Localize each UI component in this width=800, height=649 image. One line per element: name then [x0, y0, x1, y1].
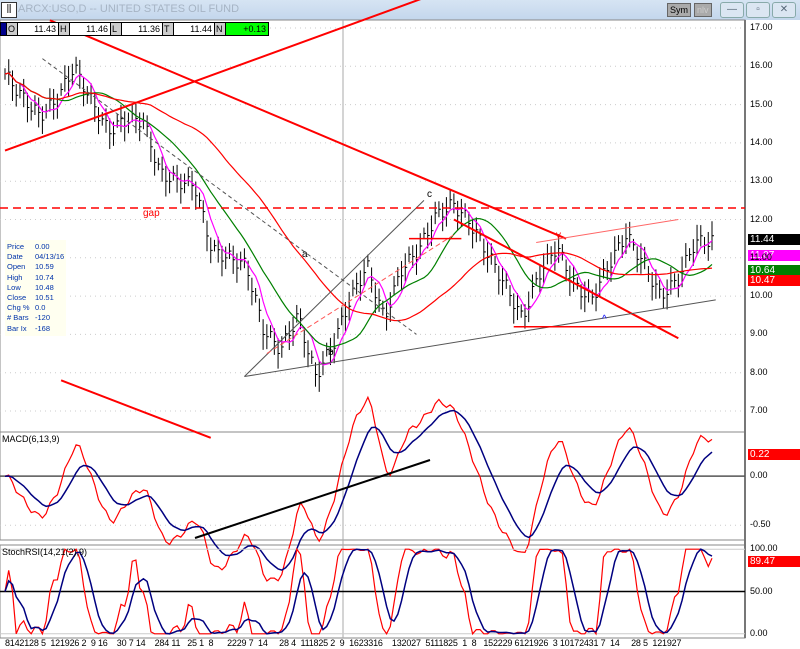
macd-tick-label: -0.50: [750, 519, 771, 530]
price-tick-label: 13.00: [750, 175, 773, 186]
info-row-low: Low 10.48: [7, 283, 64, 293]
macd-signal-line: [4, 409, 713, 571]
info-row-high: High 10.74: [7, 273, 64, 283]
info-row-close: Close 10.51: [7, 293, 64, 303]
annotation-label: a: [302, 249, 308, 260]
info-row-bar-ix: Bar Ix -168: [7, 324, 64, 334]
stochrsi-tick-label: 100.00: [750, 543, 778, 554]
net-change-value: +0.13: [226, 23, 268, 35]
net-label: N: [215, 23, 226, 35]
chart-canvas[interactable]: gap a b c v ^: [0, 0, 800, 649]
info-value: -168: [35, 323, 51, 333]
price-tag: 10.47: [748, 275, 800, 286]
info-key: Close: [7, 293, 27, 303]
ohlc-bar: O 11.43 H 11.46 L 11.36 T 11.44 N +0.13: [0, 22, 269, 36]
annotation-label: b: [328, 347, 334, 358]
price-tag: 11.44: [748, 234, 800, 245]
price-tick-label: 8.00: [750, 366, 768, 377]
price-tick-label: 15.00: [750, 98, 773, 109]
info-key: Price: [7, 242, 25, 251]
trendline: [49, 19, 567, 240]
price-tick-label: 11.00: [750, 251, 772, 262]
open-label: O: [7, 23, 18, 35]
stochrsi-tick-label: 50.00: [750, 585, 773, 596]
info-value: 10.59: [35, 262, 54, 272]
info-value: 0.00: [35, 242, 50, 251]
annotation-label: v: [556, 230, 561, 241]
annotation-label: gap: [143, 208, 160, 219]
annotation-label: c: [427, 189, 432, 200]
last-value: 11.44: [174, 23, 215, 35]
info-value: 04/13/16: [35, 252, 65, 262]
info-value: 10.48: [35, 282, 54, 292]
high-value: 11.46: [70, 23, 111, 35]
price-tick-label: 14.00: [750, 136, 773, 147]
trendline: [42, 58, 417, 335]
info-key: # Bars: [7, 313, 29, 323]
info-key: Bar Ix: [7, 323, 27, 333]
info-key: Chg %: [7, 303, 30, 313]
price-tick-label: 10.00: [750, 290, 773, 301]
info-key: High: [7, 272, 23, 282]
price-tick-label: 9.00: [750, 328, 768, 339]
info-value: 10.51: [35, 293, 54, 303]
info-row-open: Open 10.59: [7, 262, 64, 272]
open-value: 11.43: [18, 23, 59, 35]
annotation-label: ^: [602, 314, 607, 325]
ma-mid-line: [4, 72, 713, 348]
last-label: T: [163, 23, 174, 35]
info-row--bars: # Bars -120: [7, 313, 64, 323]
price-tick-label: 7.00: [750, 405, 768, 415]
info-value: 10.74: [35, 272, 54, 282]
stochrsi-tick-label: 0.00: [750, 627, 768, 638]
macd-title: MACD(6,13,9): [2, 434, 60, 444]
stochrsi-value-tag: 89.47: [748, 556, 800, 567]
trendline: [244, 299, 716, 378]
macd-value-tag: 0.22: [748, 449, 800, 460]
info-key: Low: [7, 282, 21, 292]
high-label: H: [59, 23, 70, 35]
info-key: Open: [7, 262, 26, 272]
price-tick-label: 12.00: [750, 213, 773, 224]
info-row-price: Price 0.00: [7, 242, 64, 252]
stochrsi-title: StochRSI(14,21(2),9): [2, 547, 88, 557]
price-frame: [0, 19, 746, 433]
price-tick-label: 17.00: [750, 22, 773, 32]
info-row-chg-: Chg % 0.0: [7, 303, 64, 313]
low-label: L: [111, 23, 122, 35]
info-value: 0.0: [35, 303, 46, 313]
macd-tick-label: 0.00: [750, 470, 768, 481]
low-value: 11.36: [122, 23, 163, 35]
trendline: [60, 379, 212, 439]
info-box: Price 0.00 Date 04/13/16 Open 10.59 High 10.74 L…: [5, 240, 67, 336]
info-row-date: Date 04/13/16: [7, 252, 64, 262]
info-value: -120: [35, 313, 51, 323]
date-axis: 8142128 5 121926 2 9 16 30 7 14 284 11 2…: [5, 638, 682, 648]
info-key: Date: [7, 252, 23, 262]
price-tick-label: 16.00: [750, 60, 773, 71]
